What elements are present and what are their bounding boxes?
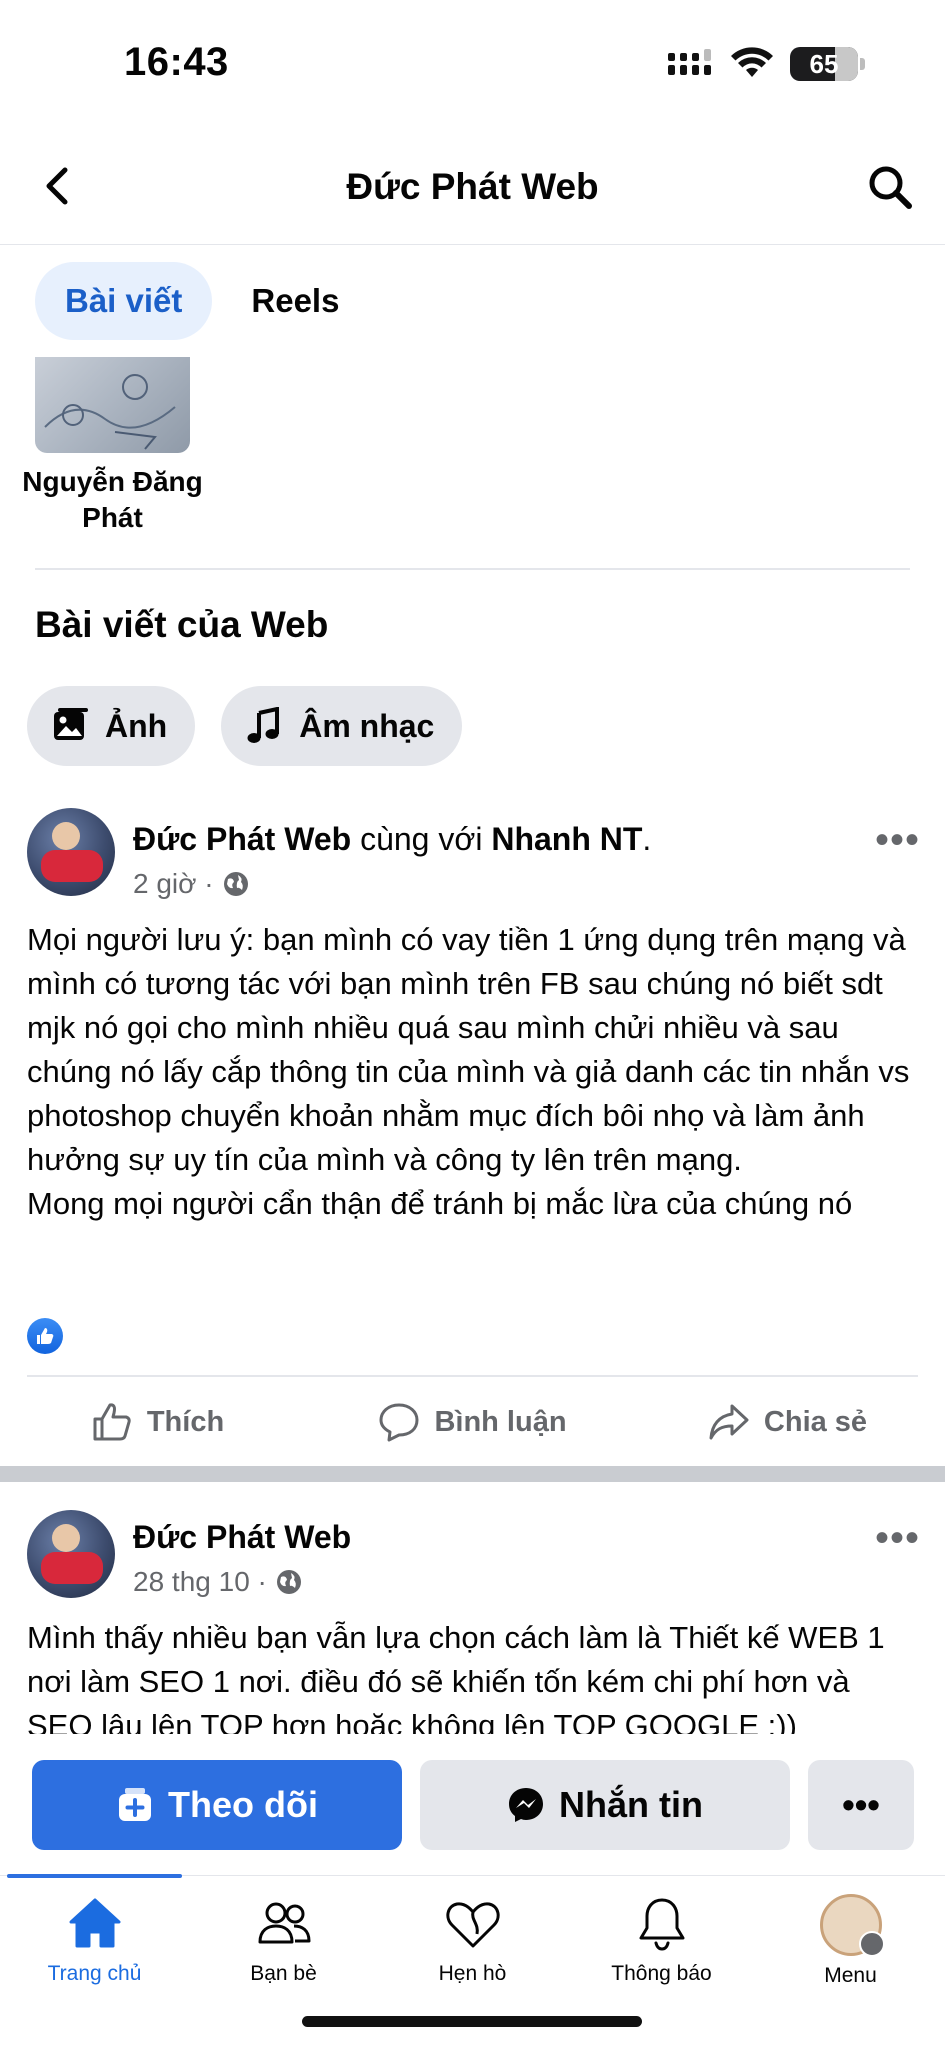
- post-actions: Thích Bình luận Chia sẻ: [0, 1382, 945, 1462]
- section-title: Bài viết của Web: [35, 604, 329, 645]
- post-body-text: Mọi người lưu ý: bạn mình có vay tiền 1 …: [27, 922, 910, 1177]
- wifi-icon: [731, 47, 773, 77]
- post-with-text: cùng với: [360, 821, 483, 857]
- status-bar: 16:43 65: [0, 0, 945, 130]
- photo-sketch: [44, 374, 176, 450]
- message-label: Nhắn tin: [559, 1784, 703, 1825]
- active-tab-indicator: [7, 1874, 182, 1878]
- page-title: Đức Phát Web: [346, 166, 599, 207]
- profile-avatar: [819, 1894, 885, 1957]
- messenger-icon: [509, 1788, 543, 1822]
- tab-menu-label: Menu: [824, 1964, 877, 1987]
- home-icon: [69, 1898, 120, 1948]
- follow-icon: [119, 1788, 151, 1821]
- battery-cap: [860, 58, 865, 70]
- tab-notifications[interactable]: Thông báo: [567, 1894, 756, 1986]
- post-tagged-name[interactable]: Nhanh NT: [491, 821, 642, 857]
- more-options-button[interactable]: •••: [808, 1760, 914, 1850]
- profile-action-bar: Theo dõi Nhắn tin •••: [32, 1760, 914, 1850]
- heart-icon: [445, 1902, 500, 1948]
- post-time[interactable]: 28 thg 10 ·: [133, 1566, 267, 1598]
- search-icon[interactable]: [865, 162, 915, 212]
- post-body: Mình thấy nhiều bạn vẫn lựa chọn cách là…: [27, 1616, 915, 1734]
- content-tabs: Bài viết Reels: [35, 262, 364, 340]
- tab-dating-label: Hẹn hò: [438, 1962, 507, 1985]
- message-button[interactable]: Nhắn tin: [420, 1760, 790, 1850]
- follow-label: Theo dõi: [168, 1784, 318, 1825]
- status-icons: 65: [668, 46, 865, 82]
- tagged-person-photo[interactable]: [35, 357, 190, 453]
- tab-home[interactable]: Trang chủ: [0, 1894, 189, 1986]
- like-reaction-icon[interactable]: [27, 1318, 63, 1354]
- thumbs-up-icon: [93, 1403, 131, 1441]
- share-button[interactable]: Chia sẻ: [630, 1382, 945, 1462]
- chip-photos[interactable]: Ảnh: [27, 686, 196, 766]
- chip-music[interactable]: Âm nhạc: [221, 686, 463, 766]
- signal-icon: [668, 49, 711, 75]
- battery-icon: 65: [790, 47, 858, 81]
- post-more-icon[interactable]: •••: [875, 820, 920, 860]
- tab-menu[interactable]: Menu: [756, 1894, 945, 1988]
- share-icon: [709, 1404, 749, 1440]
- tab-notifications-label: Thông báo: [611, 1962, 712, 1985]
- bell-icon: [639, 1898, 684, 1951]
- music-note-icon: [247, 707, 280, 743]
- tab-friends-label: Bạn bè: [250, 1962, 317, 1985]
- friends-icon: [258, 1902, 310, 1944]
- chip-photos-label: Ảnh: [105, 707, 168, 744]
- follow-button[interactable]: Theo dõi: [32, 1760, 402, 1850]
- like-button[interactable]: Thích: [0, 1382, 315, 1462]
- tab-dating[interactable]: Hẹn hò: [378, 1894, 567, 1986]
- post-meta: 2 giờ ·: [133, 868, 250, 900]
- nav-bar: Đức Phát Web: [0, 130, 945, 245]
- post-separator: [0, 1466, 945, 1482]
- filter-chips: Ảnh Âm nhạc: [27, 686, 463, 766]
- post-body-text-2: Mong mọi người cẩn thận để tránh bị mắc …: [27, 1186, 853, 1221]
- comment-icon: [379, 1403, 419, 1442]
- tab-home-label: Trang chủ: [47, 1962, 142, 1985]
- home-indicator: [302, 2016, 642, 2027]
- post-time[interactable]: 2 giờ ·: [133, 868, 214, 900]
- post-author-name[interactable]: Đức Phát Web: [133, 821, 351, 857]
- photo-icon: [54, 708, 88, 740]
- tagged-person-name[interactable]: Nguyễn Đăng Phát: [20, 464, 205, 537]
- divider: [35, 568, 910, 570]
- status-time: 16:43: [124, 40, 229, 84]
- post-author-line: Đức Phát Web cùng với Nhanh NT.: [133, 820, 651, 858]
- actions-divider: [27, 1375, 918, 1377]
- post-meta: 28 thg 10 ·: [133, 1566, 303, 1598]
- like-label: Thích: [146, 1405, 225, 1438]
- globe-icon: [276, 1570, 301, 1594]
- comment-button[interactable]: Bình luận: [315, 1382, 630, 1462]
- globe-icon: [223, 872, 248, 896]
- post-author-avatar[interactable]: [27, 808, 115, 896]
- share-label: Chia sẻ: [763, 1405, 868, 1438]
- post-author-name[interactable]: Đức Phát Web: [133, 1519, 351, 1555]
- post-body-text: Mình thấy nhiều bạn vẫn lựa chọn cách là…: [27, 1620, 885, 1734]
- post-more-icon[interactable]: •••: [875, 1518, 920, 1558]
- post-body: Mọi người lưu ý: bạn mình có vay tiền 1 …: [27, 918, 915, 1226]
- tab-posts[interactable]: Bài viết: [35, 262, 213, 340]
- post-author-line: Đức Phát Web: [133, 1518, 351, 1556]
- comment-label: Bình luận: [434, 1405, 567, 1438]
- post-author-avatar[interactable]: [27, 1510, 115, 1598]
- tab-reels[interactable]: Reels: [226, 262, 364, 340]
- tab-friends[interactable]: Bạn bè: [189, 1894, 378, 1986]
- post-punct: .: [642, 821, 652, 857]
- chip-music-label: Âm nhạc: [299, 707, 435, 744]
